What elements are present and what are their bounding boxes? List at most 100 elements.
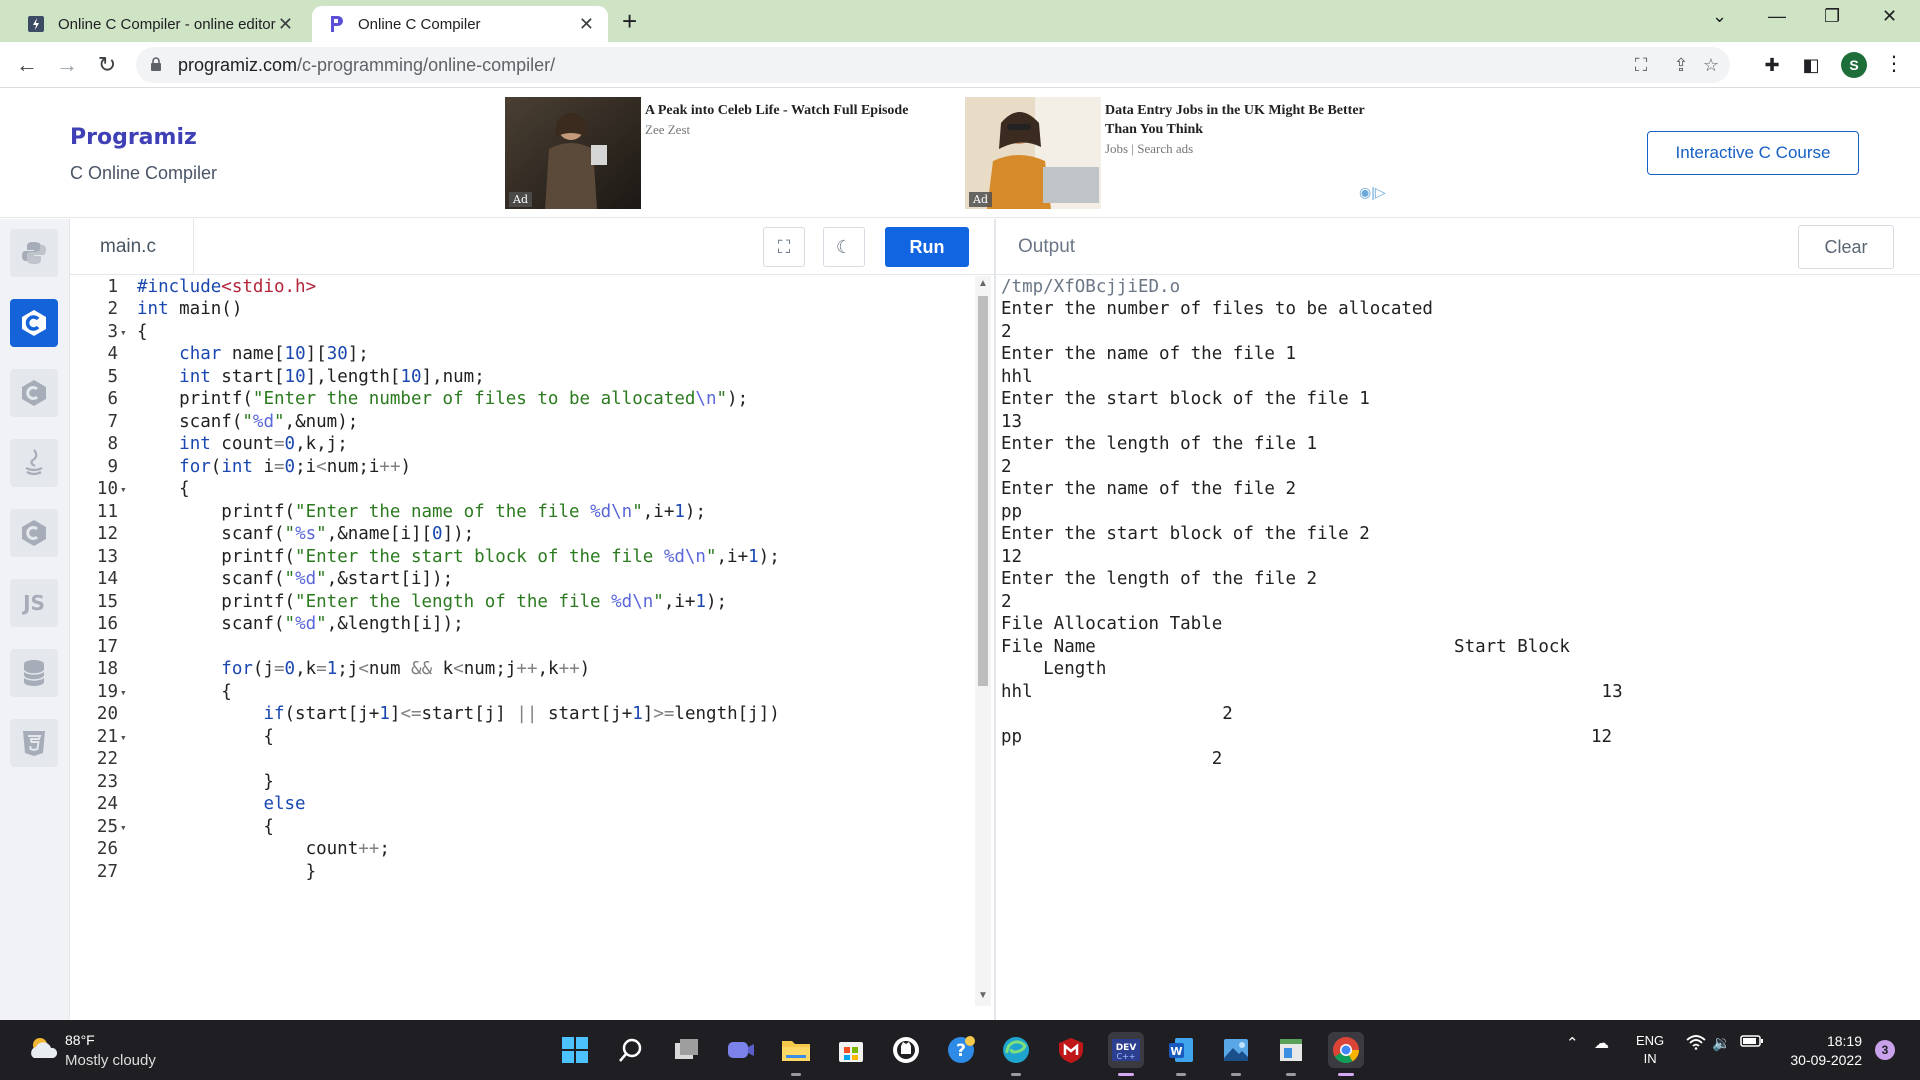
system-clock[interactable]: 18:19 30-09-2022 — [1782, 1032, 1862, 1070]
output-line: Enter the number of files to be allocate… — [1001, 299, 1433, 319]
task-view-icon[interactable] — [668, 1032, 704, 1068]
run-button[interactable]: Run — [885, 227, 969, 267]
file-explorer-icon[interactable] — [778, 1032, 814, 1076]
region-code: IN — [1643, 1051, 1657, 1066]
wifi-icon[interactable] — [1686, 1034, 1706, 1054]
site-header: Programiz C Online Compiler Ad A Peak in… — [0, 89, 1920, 218]
side-panel-icon[interactable]: ◧ — [1799, 53, 1823, 77]
edge-icon[interactable] — [998, 1032, 1034, 1076]
url-field[interactable]: programiz.com/c-programming/online-compi… — [136, 47, 1730, 83]
fullscreen-icon[interactable]: ⛶ — [763, 227, 805, 267]
language-sidebar: JS — [0, 219, 70, 1020]
store-icon[interactable] — [833, 1032, 869, 1068]
page-subtitle: C Online Compiler — [70, 163, 218, 183]
scroll-up-icon[interactable]: ▲ — [978, 278, 988, 289]
output-header: Output Clear — [996, 219, 1920, 275]
scroll-down-icon[interactable]: ▼ — [978, 990, 988, 1001]
editor-scrollbar[interactable]: ▲ ▼ — [975, 276, 991, 1006]
c-icon[interactable] — [10, 299, 58, 347]
adchoices-icon[interactable]: ◉|▷ — [1359, 184, 1386, 201]
cloudy-weather-icon[interactable] — [26, 1036, 60, 1060]
teams-icon[interactable] — [723, 1032, 759, 1068]
running-indicator — [1011, 1073, 1021, 1076]
search-icon[interactable] — [613, 1032, 649, 1068]
input-language[interactable]: ENG IN — [1636, 1032, 1664, 1068]
help-icon[interactable]: ? — [943, 1032, 979, 1068]
reload-icon[interactable]: ↻ — [93, 51, 121, 79]
ad-source: Zee Zest — [645, 122, 691, 137]
python-icon[interactable] — [10, 229, 58, 277]
restore-icon[interactable]: ❐ — [1824, 6, 1840, 27]
bookmark-star-icon[interactable]: ☆ — [1700, 54, 1722, 76]
battery-icon[interactable] — [1740, 1034, 1764, 1052]
cpp-icon[interactable] — [10, 369, 58, 417]
volume-icon[interactable]: 🔉 — [1712, 1034, 1731, 1052]
svg-text:C++: C++ — [1117, 1052, 1136, 1061]
ad-card-1[interactable]: Ad A Peak into Celeb Life - Watch Full E… — [505, 97, 945, 209]
output-console[interactable]: /tmp/XfOBcjjiED.o Enter the number of fil… — [996, 276, 1920, 1020]
windows-taskbar: 88°F Mostly cloudy ? DEV C++ W ⌃ ☁ ENG I… — [0, 1020, 1920, 1080]
js-icon[interactable]: JS — [10, 579, 58, 627]
url-path: /c-programming/online-compiler/ — [297, 55, 556, 75]
show-hidden-icons[interactable]: ⌃ — [1566, 1034, 1579, 1052]
translate-icon[interactable]: ⛶ — [1630, 54, 1652, 76]
close-tab-icon[interactable]: ✕ — [579, 14, 594, 34]
forward-icon[interactable]: → — [53, 51, 81, 79]
word-icon[interactable]: W — [1163, 1032, 1199, 1076]
close-window-icon[interactable]: ✕ — [1882, 6, 1897, 27]
chrome-icon[interactable] — [1328, 1032, 1364, 1076]
ad-source: Jobs | Search ads — [1105, 141, 1194, 156]
close-tab-icon[interactable]: ✕ — [278, 14, 293, 34]
code-editor[interactable]: 1 #include<stdio.h> 2 int main() 3 ▾{4 char n… — [70, 276, 982, 1020]
ad-badge: Ad — [969, 192, 992, 207]
minimize-icon[interactable]: — — [1768, 6, 1786, 27]
extensions-icon[interactable]: ✚ — [1760, 53, 1784, 77]
start-icon[interactable] — [557, 1032, 593, 1068]
csharp-icon[interactable] — [10, 509, 58, 557]
running-indicator — [1338, 1073, 1354, 1076]
ad-image: Ad — [965, 97, 1101, 209]
html-icon[interactable] — [10, 719, 58, 767]
onedrive-icon[interactable]: ☁ — [1594, 1034, 1609, 1052]
tab-search-icon[interactable]: ⌄ — [1712, 6, 1727, 27]
dark-mode-icon[interactable]: ☾ — [823, 227, 865, 267]
scrollbar-thumb[interactable] — [978, 296, 988, 686]
share-icon[interactable]: ⇪ — [1670, 54, 1692, 76]
browser-menu-icon[interactable]: ⋮ — [1884, 52, 1904, 76]
photos-icon[interactable] — [1218, 1032, 1254, 1076]
notification-badge[interactable]: 3 — [1875, 1040, 1895, 1060]
running-indicator — [1176, 1073, 1186, 1076]
interactive-course-button[interactable]: Interactive C Course — [1647, 131, 1859, 175]
java-icon[interactable] — [10, 439, 58, 487]
weather-condition[interactable]: Mostly cloudy — [65, 1052, 156, 1069]
code-line[interactable]: 27 } — [70, 859, 982, 887]
code-text: } — [137, 861, 317, 882]
clear-button[interactable]: Clear — [1798, 225, 1894, 269]
ad-title[interactable]: Data Entry Jobs in the UK Might Be Bette… — [1105, 101, 1395, 139]
profile-avatar[interactable]: S — [1841, 52, 1867, 78]
file-tab[interactable]: main.c — [70, 219, 194, 275]
output-line: 2 — [1001, 749, 1223, 769]
weather-temperature[interactable]: 88°F — [65, 1032, 95, 1048]
output-line: Enter the name of the file 1 — [1001, 344, 1297, 364]
clock-time: 18:19 — [1826, 1033, 1862, 1049]
mcafee-icon[interactable] — [1053, 1032, 1089, 1068]
output-title: Output — [1018, 236, 1076, 257]
programiz-logo[interactable]: Programiz — [70, 125, 197, 150]
browser-tab-2[interactable]: Online C Compiler ✕ — [312, 6, 608, 42]
clock-date: 30-09-2022 — [1790, 1052, 1862, 1068]
browser-tab-1[interactable]: Online C Compiler - online editor ✕ — [12, 6, 307, 42]
ad-title[interactable]: A Peak into Celeb Life - Watch Full Epis… — [645, 101, 935, 120]
ad-card-2[interactable]: Ad Data Entry Jobs in the UK Might Be Be… — [965, 97, 1405, 209]
back-icon[interactable]: ← — [13, 51, 41, 79]
new-tab-button[interactable]: + — [622, 8, 637, 34]
notepad-icon[interactable] — [1273, 1032, 1309, 1076]
ad-image: Ad — [505, 97, 641, 209]
running-indicator — [1231, 1073, 1241, 1076]
output-line: Enter the start block of the file 1 — [1001, 389, 1370, 409]
ad-badge: Ad — [509, 192, 532, 207]
address-bar: ← → ↻ programiz.com/c-programming/online… — [0, 42, 1920, 88]
sql-icon[interactable] — [10, 649, 58, 697]
github-icon[interactable] — [888, 1032, 924, 1068]
devcpp-icon[interactable]: DEV C++ — [1108, 1032, 1144, 1076]
